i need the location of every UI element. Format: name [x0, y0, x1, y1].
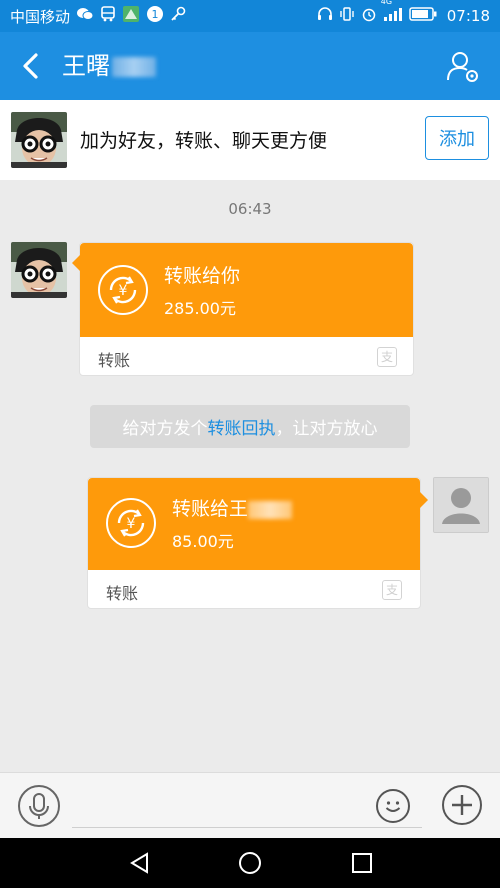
add-friend-banner: 加为好友，转账、聊天更方便 添加 — [0, 100, 500, 180]
clock: 07:18 — [446, 7, 490, 25]
circle-home-icon — [239, 852, 261, 874]
yuan-transfer-icon: ¥ — [98, 265, 148, 315]
transfer-title-text: 转账给王 — [172, 498, 249, 520]
sender-avatar[interactable] — [11, 242, 67, 298]
svg-text:¥: ¥ — [119, 283, 128, 299]
name-redaction — [112, 57, 156, 77]
tip-text-before: 给对方发个 — [122, 419, 208, 439]
name-redaction — [248, 500, 293, 519]
contact-name: 王曙 — [62, 52, 110, 80]
bus-icon — [100, 6, 116, 26]
transfer-card-header: ¥ 转账给你 285.00元 — [80, 243, 413, 337]
bubble-tail — [420, 492, 428, 508]
bubble-tail — [72, 255, 80, 271]
triangle-back-icon — [130, 852, 148, 874]
badge-1-icon: 1 — [146, 5, 164, 27]
message-timestamp: 06:43 — [228, 200, 272, 218]
transfer-receipt-link[interactable]: 转账回执 — [208, 414, 276, 439]
transfer-footer-label: 转账 — [106, 584, 139, 603]
transfer-message-sent[interactable]: ¥ 转账给王 85.00元 转账 支 — [87, 477, 428, 609]
yuan-transfer-icon: ¥ — [106, 498, 156, 548]
add-friend-button[interactable]: 添加 — [425, 116, 489, 160]
transfer-title: 转账给你 — [164, 265, 241, 287]
headset-icon — [317, 6, 333, 26]
microphone-icon — [29, 793, 49, 819]
plus-icon — [452, 795, 472, 815]
transfer-card-header: ¥ 转账给王 85.00元 — [88, 478, 420, 570]
battery-icon — [409, 7, 437, 25]
alipay-logo-icon: 支 — [382, 580, 402, 600]
transfer-amount: 85.00元 — [172, 532, 234, 551]
voice-input-button[interactable] — [18, 785, 60, 827]
my-avatar[interactable] — [433, 477, 489, 533]
transfer-amount: 285.00元 — [164, 299, 236, 318]
chat-header: 王曙 — [0, 32, 500, 100]
contact-settings-button[interactable] — [446, 50, 480, 84]
back-button[interactable] — [14, 48, 50, 84]
add-friend-hint: 加为好友，转账、聊天更方便 — [80, 130, 328, 152]
alarm-icon — [361, 6, 377, 26]
transfer-footer-label: 转账 — [98, 351, 131, 370]
svg-text:¥: ¥ — [127, 516, 136, 532]
more-actions-button[interactable] — [442, 785, 482, 825]
person-settings-icon — [447, 52, 478, 82]
system-home-button[interactable] — [238, 851, 262, 875]
chat-title: 王曙 — [62, 51, 156, 81]
network-type: 4G — [380, 0, 393, 6]
carrier-label: 中国移动 — [10, 7, 71, 26]
default-person-icon — [434, 478, 488, 532]
status-bar: 中国移动 1 4G 07:18 — [0, 0, 500, 32]
message-input[interactable] — [72, 827, 422, 828]
chevron-left-icon — [23, 53, 38, 79]
transfer-message-received[interactable]: ¥ 转账给你 285.00元 转账 支 — [72, 242, 414, 376]
vibrate-icon — [339, 6, 355, 26]
emoji-button[interactable] — [376, 789, 410, 823]
alipay-logo-icon: 支 — [377, 347, 397, 367]
square-recent-icon — [352, 853, 372, 873]
key-icon — [170, 6, 186, 26]
transfer-title: 转账给王 — [172, 494, 293, 521]
tip-text-after: ，让对方放心 — [275, 419, 378, 439]
map-icon — [122, 5, 140, 27]
svg-text:1: 1 — [152, 8, 159, 21]
system-back-button[interactable] — [128, 851, 152, 875]
smile-icon — [385, 801, 401, 812]
contact-avatar[interactable] — [11, 112, 67, 168]
input-bar — [0, 772, 500, 838]
wechat-icon — [76, 7, 94, 25]
receipt-tip: 给对方发个 转账回执 ，让对方放心 — [90, 405, 410, 448]
system-recent-button[interactable] — [350, 851, 374, 875]
system-navigation-bar — [0, 838, 500, 888]
signal-icon: 4G — [381, 0, 403, 26]
